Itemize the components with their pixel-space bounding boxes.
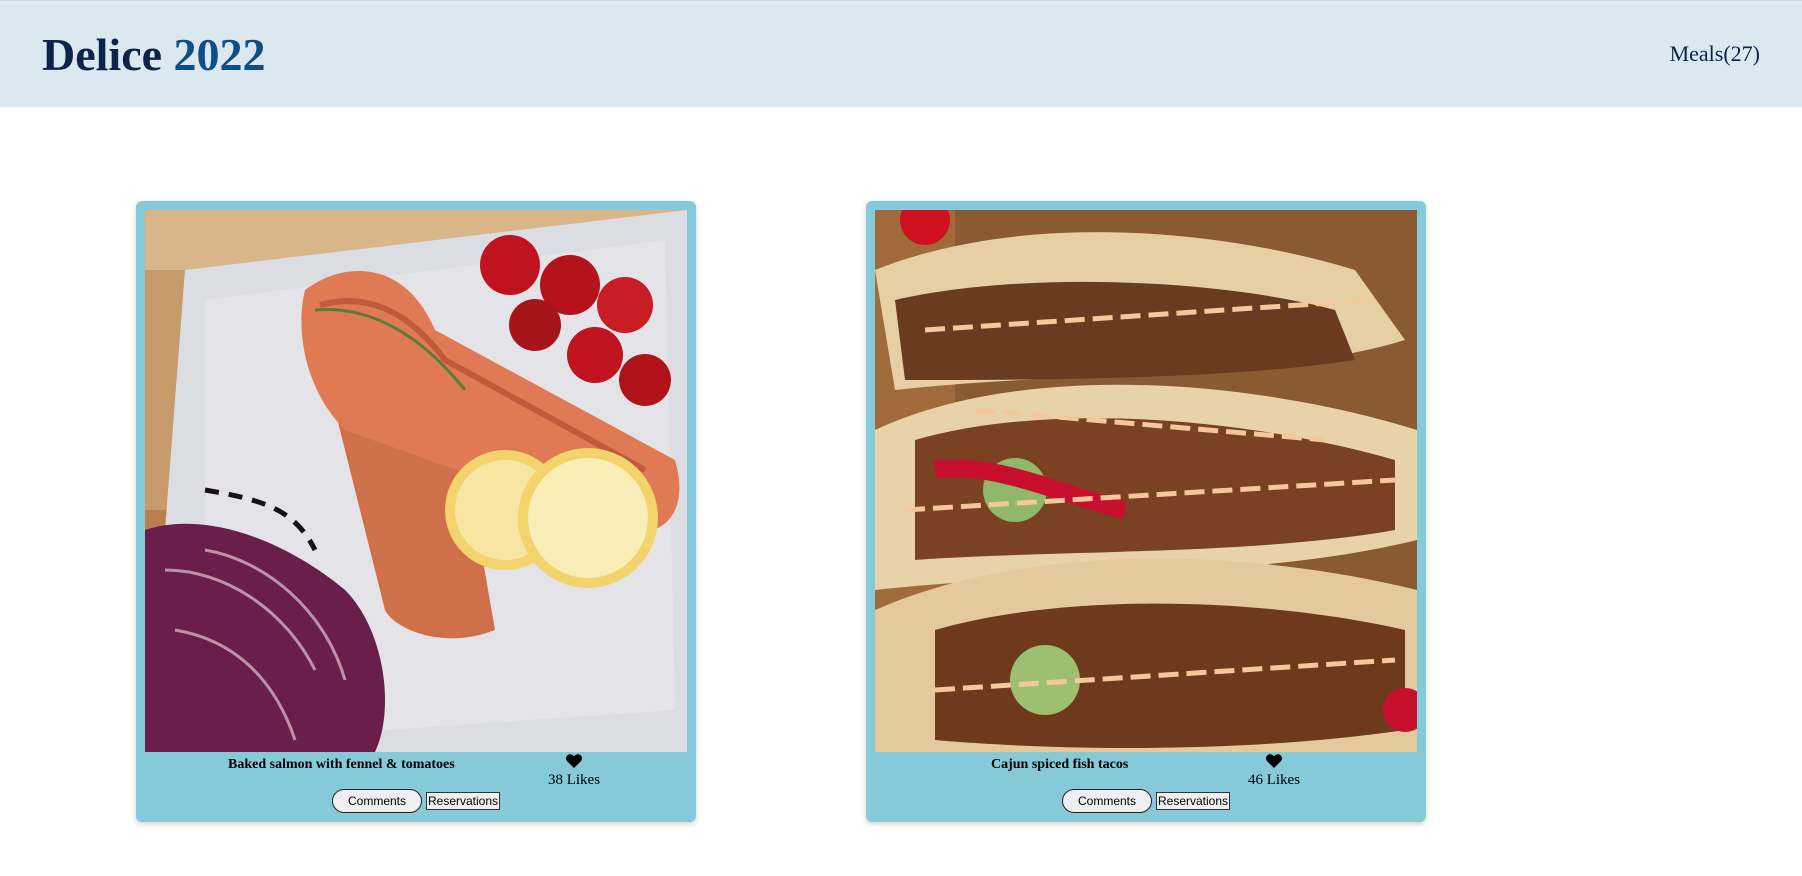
comments-button[interactable]: Comments — [332, 789, 422, 813]
brand-logo[interactable]: Delice 2022 — [42, 27, 266, 83]
comments-button[interactable]: Comments — [1062, 789, 1152, 813]
meal-image — [145, 210, 687, 752]
likes-area: 38 Likes — [534, 754, 614, 789]
likes-count: 38 Likes — [547, 772, 601, 788]
brand-name: Delice — [42, 29, 163, 80]
site-header: Delice 2022 Meals(27) — [0, 0, 1802, 107]
heart-icon[interactable] — [1266, 754, 1282, 768]
brand-year: 2022 — [173, 29, 266, 80]
meal-card: Baked salmon with fennel & tomatoes 38 L… — [136, 201, 696, 822]
meal-image — [875, 210, 1417, 752]
likes-area: 46 Likes — [1234, 754, 1314, 789]
meal-card: Cajun spiced fish tacos 46 Likes Comment… — [866, 201, 1426, 822]
meal-title: Cajun spiced fish tacos — [991, 757, 1129, 772]
meal-title: Baked salmon with fennel & tomatoes — [228, 757, 455, 772]
reservations-button[interactable]: Reservations — [1156, 792, 1230, 810]
heart-icon[interactable] — [566, 754, 582, 768]
reservations-button[interactable]: Reservations — [426, 792, 500, 810]
likes-count: 46 Likes — [1247, 772, 1301, 788]
nav-meals-link[interactable]: Meals(27) — [1670, 39, 1760, 69]
